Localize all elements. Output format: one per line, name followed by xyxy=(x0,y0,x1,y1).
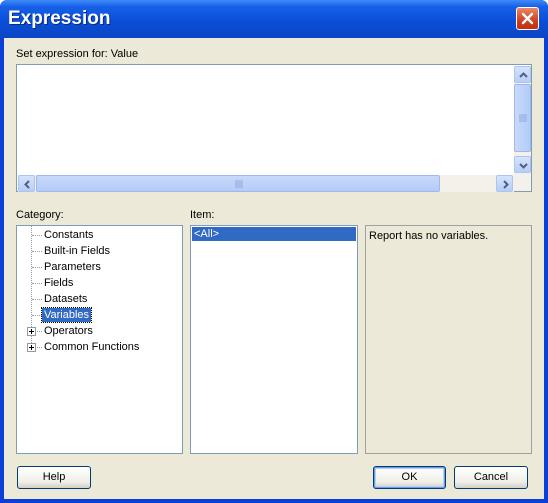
category-tree[interactable]: Constants Built-in Fields Parameters Fie… xyxy=(16,225,183,454)
window-title: Expression xyxy=(8,8,111,29)
tree-item-fields[interactable]: Fields xyxy=(17,275,177,291)
tree-item-label: Built-in Fields xyxy=(44,245,111,257)
tree-item-label: Parameters xyxy=(44,261,101,273)
item-label: Item: xyxy=(190,209,215,221)
close-button[interactable] xyxy=(516,7,539,30)
grip-icon xyxy=(519,114,527,122)
tree-item-operators[interactable]: Operators xyxy=(17,323,177,339)
horizontal-scroll-thumb[interactable] xyxy=(36,175,440,192)
tree-branch xyxy=(32,315,42,316)
tree-item-built-in-fields[interactable]: Built-in Fields xyxy=(17,243,177,259)
tree-item-label: Fields xyxy=(44,277,74,289)
scroll-left-button[interactable] xyxy=(18,175,35,192)
horizontal-scrollbar[interactable] xyxy=(18,175,514,192)
expression-editor[interactable] xyxy=(16,64,532,192)
tree-branch xyxy=(32,299,42,300)
list-item[interactable]: <All> xyxy=(192,227,356,241)
category-label: Category: xyxy=(16,209,64,221)
chevron-right-icon xyxy=(503,180,509,189)
tree-item-parameters[interactable]: Parameters xyxy=(17,259,177,275)
expression-label: Set expression for: Value xyxy=(16,48,139,60)
description-panel: Report has no variables. xyxy=(365,225,532,454)
tree-item-label: Variables xyxy=(40,307,93,323)
chevron-up-icon xyxy=(519,72,528,78)
grip-icon xyxy=(235,180,243,188)
title-bar[interactable]: Expression xyxy=(0,0,548,38)
vertical-scroll-thumb[interactable] xyxy=(514,84,531,152)
tree-item-constants[interactable]: Constants xyxy=(17,227,177,243)
tree-item-label: Constants xyxy=(44,229,94,241)
tree-item-common-functions[interactable]: Common Functions xyxy=(17,339,177,355)
vertical-scrollbar[interactable] xyxy=(514,66,531,191)
expression-text[interactable] xyxy=(21,68,509,168)
dialog-body: Set expression for: Value Category: Cons… xyxy=(4,38,544,499)
description-text: Report has no variables. xyxy=(369,230,489,242)
cancel-button[interactable]: Cancel xyxy=(454,466,528,489)
chevron-down-icon xyxy=(519,163,528,169)
expression-dialog: Expression Set expression for: Value Cat… xyxy=(0,0,548,503)
tree-item-label: Operators xyxy=(44,325,93,337)
ok-button[interactable]: OK xyxy=(373,466,446,489)
scroll-right-button[interactable] xyxy=(496,175,513,192)
tree-item-label: Datasets xyxy=(44,293,88,305)
tree-branch xyxy=(32,251,42,252)
scroll-up-button[interactable] xyxy=(514,66,531,83)
scroll-down-button[interactable] xyxy=(514,156,531,173)
tree-item-datasets[interactable]: Datasets xyxy=(17,291,177,307)
close-icon xyxy=(521,12,534,25)
item-list[interactable]: <All> xyxy=(190,225,358,454)
chevron-left-icon xyxy=(24,180,30,189)
tree-item-variables[interactable]: Variables xyxy=(17,307,177,323)
expand-common-functions-button[interactable] xyxy=(27,343,36,352)
tree-branch xyxy=(32,283,42,284)
tree-branch xyxy=(32,267,42,268)
tree-branch xyxy=(32,235,42,236)
expand-operators-button[interactable] xyxy=(27,327,36,336)
help-button[interactable]: Help xyxy=(17,466,91,489)
tree-item-label: Common Functions xyxy=(44,341,140,353)
